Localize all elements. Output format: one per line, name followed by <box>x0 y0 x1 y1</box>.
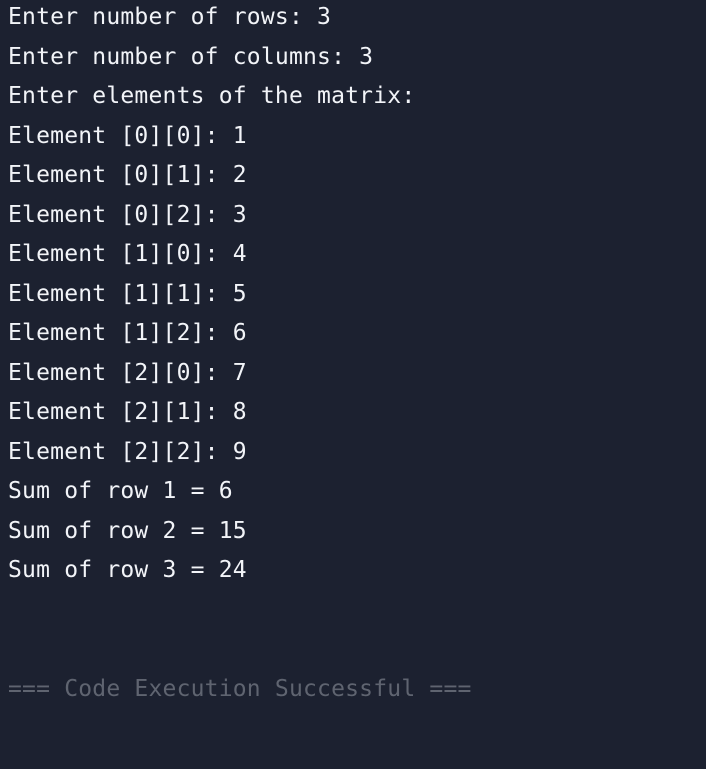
console-line-element: Element [0][0]: 1 <box>8 122 247 149</box>
console-line-prompt-elements: Enter elements of the matrix: <box>8 83 416 109</box>
console-line-element: Element [2][1]: 8 <box>8 399 247 425</box>
console-line-element: Element [0][2]: 3 <box>8 201 247 228</box>
console-line-element: Element [2][2]: 9 <box>8 438 247 465</box>
console-output-lines: Enter number of rows: 3 Enter number of … <box>8 0 698 593</box>
execution-status-message: === Code Execution Successful === <box>8 676 472 702</box>
console-line-prompt-rows: Enter number of rows: 3 <box>8 4 332 30</box>
console-line-prompt-columns: Enter number of columns: 3 <box>8 43 374 70</box>
console-line-row-sum: Sum of row 2 = 15 <box>8 517 247 544</box>
console-line-row-sum: Sum of row 3 = 24 <box>8 557 247 583</box>
console-output-panel: Enter number of rows: 3 Enter number of … <box>0 0 706 769</box>
console-line-element: Element [1][1]: 5 <box>8 280 247 307</box>
console-line-element: Element [1][0]: 4 <box>8 241 247 267</box>
console-line-element: Element [1][2]: 6 <box>8 320 247 346</box>
console-line-element: Element [0][1]: 2 <box>8 162 247 188</box>
console-line-element: Element [2][0]: 7 <box>8 359 247 386</box>
console-line-row-sum: Sum of row 1 = 6 <box>8 478 233 504</box>
